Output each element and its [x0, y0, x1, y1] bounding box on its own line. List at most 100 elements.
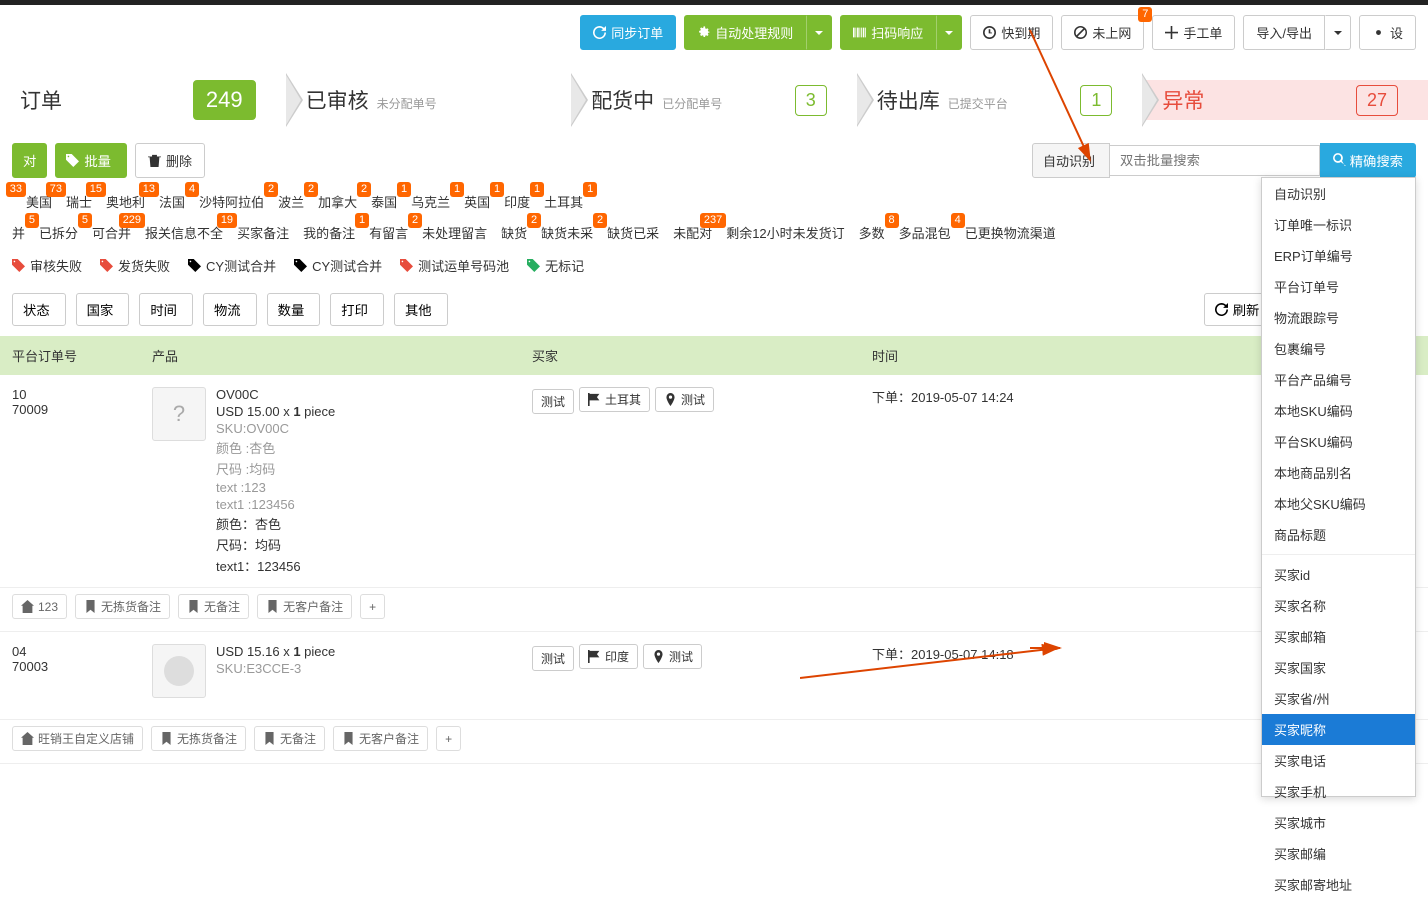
mark-chip[interactable]: CY测试合并	[294, 256, 382, 275]
country-chip[interactable]: 土耳其1	[544, 192, 583, 211]
mark-chip[interactable]: 发货失败	[100, 256, 170, 275]
stage-item[interactable]: 已审核未分配单号	[286, 80, 572, 120]
dropdown-item[interactable]: 买家省/州	[1262, 683, 1415, 714]
mark-chip[interactable]: 审核失败	[12, 256, 82, 275]
flag-chip[interactable]: 多数8	[859, 223, 885, 242]
import-caret[interactable]	[1325, 15, 1351, 50]
dropdown-item[interactable]: 买家邮寄地址	[1262, 869, 1415, 900]
footer-tag[interactable]: 无拣货备注	[75, 594, 170, 619]
mark-chip[interactable]: 测试运单号码池	[400, 256, 509, 275]
filter-dropdown[interactable]: 数量	[267, 293, 321, 326]
footer-tag[interactable]: 无客户备注	[257, 594, 352, 619]
buyer-tag[interactable]: 土耳其	[579, 387, 650, 412]
mark-chip[interactable]: 无标记	[527, 256, 584, 275]
footer-tag[interactable]: 无备注	[178, 594, 249, 619]
flag-chip[interactable]: 已拆分5	[39, 223, 78, 242]
scan-button[interactable]: 扫码响应	[840, 15, 936, 50]
batch-button[interactable]: 批量	[55, 143, 127, 178]
search-type-dropdown[interactable]: 自动识别	[1032, 143, 1110, 178]
offline-button[interactable]: 未上网	[1061, 15, 1144, 50]
precise-search-button[interactable]: 精确搜索	[1320, 143, 1416, 178]
dropdown-item[interactable]: 商品标题	[1262, 519, 1415, 550]
sync-orders-button[interactable]: 同步订单	[580, 15, 676, 50]
filter-dropdown[interactable]: 状态	[12, 293, 66, 326]
flag-chip[interactable]: 并5	[12, 223, 25, 242]
manual-order-button[interactable]: 手工单	[1152, 15, 1235, 50]
dropdown-item[interactable]: 买家名称	[1262, 590, 1415, 621]
search-input[interactable]	[1110, 145, 1320, 176]
flag-chip[interactable]: 缺货未采2	[541, 223, 593, 242]
country-chip[interactable]: 泰国1	[371, 192, 397, 211]
filter-dropdown[interactable]: 其他	[394, 293, 448, 326]
stage-item[interactable]: 待出库已提交平台1	[857, 80, 1143, 120]
dropdown-item[interactable]: 平台产品编号	[1262, 364, 1415, 395]
dropdown-item[interactable]: 订单唯一标识	[1262, 209, 1415, 240]
stage-item[interactable]: 配货中已分配单号3	[571, 80, 857, 120]
buyer-tag[interactable]: 印度	[579, 644, 638, 669]
buyer-tag[interactable]: 测试	[532, 646, 574, 671]
dropdown-item[interactable]: 平台订单号	[1262, 271, 1415, 302]
country-chip[interactable]: 奥地利13	[106, 192, 145, 211]
dropdown-item[interactable]: 平台SKU编码	[1262, 426, 1415, 457]
flag-chip[interactable]: 可合并229	[92, 223, 131, 242]
mark-chip[interactable]: CY测试合并	[188, 256, 276, 275]
flag-chip[interactable]: 缺货已采	[607, 223, 659, 242]
filter-dropdown[interactable]: 打印	[330, 293, 384, 326]
country-chip[interactable]: 印度1	[504, 192, 530, 211]
dropdown-item[interactable]: 自动识别	[1262, 178, 1415, 209]
country-chip[interactable]: 瑞士15	[66, 192, 92, 211]
flag-chip[interactable]: 买家备注	[237, 223, 289, 242]
dropdown-item[interactable]: ERP订单编号	[1262, 240, 1415, 271]
dropdown-item[interactable]: 买家id	[1262, 559, 1415, 590]
scan-caret[interactable]	[936, 15, 962, 50]
country-chip[interactable]: 加拿大2	[318, 192, 357, 211]
country-chip[interactable]: 法国4	[159, 192, 185, 211]
stage-item[interactable]: 订单249	[0, 80, 286, 120]
dropdown-item[interactable]: 本地父SKU编码	[1262, 488, 1415, 519]
dropdown-item[interactable]: 买家国家	[1262, 652, 1415, 683]
dropdown-item[interactable]: 买家邮箱	[1262, 621, 1415, 652]
product-image[interactable]	[152, 644, 206, 698]
filter-dropdown[interactable]: 国家	[76, 293, 130, 326]
delete-button[interactable]: 删除	[135, 143, 205, 178]
flag-chip[interactable]: 我的备注1	[303, 223, 355, 242]
filter-dropdown[interactable]: 物流	[203, 293, 257, 326]
dropdown-item[interactable]: 包裹编号	[1262, 333, 1415, 364]
flag-chip[interactable]: 未处理留言	[422, 223, 487, 242]
dropdown-item[interactable]: 本地SKU编码	[1262, 395, 1415, 426]
flag-chip[interactable]: 未配对237	[673, 223, 712, 242]
dropdown-item[interactable]: 买家邮编	[1262, 838, 1415, 869]
country-chip[interactable]: 英国1	[464, 192, 490, 211]
match-button[interactable]: 对	[12, 143, 47, 178]
buyer-tag[interactable]: 测试	[643, 644, 702, 669]
settings-button[interactable]: 设	[1359, 15, 1416, 50]
footer-tag[interactable]: 无备注	[254, 726, 325, 751]
buyer-tag[interactable]: 测试	[532, 389, 574, 414]
flag-chip[interactable]: 剩余12小时未发货订	[726, 223, 844, 242]
stage-item[interactable]: 异常27	[1142, 80, 1428, 120]
footer-tag[interactable]: 旺销王自定义店铺	[12, 726, 143, 751]
dropdown-item[interactable]: 买家城市	[1262, 807, 1415, 838]
product-image[interactable]: ?	[152, 387, 206, 441]
import-export-button[interactable]: 导入/导出	[1243, 15, 1325, 50]
dropdown-item[interactable]: 买家昵称	[1262, 714, 1415, 745]
footer-tag[interactable]: 无客户备注	[333, 726, 428, 751]
dropdown-item[interactable]: 买家手机	[1262, 776, 1415, 807]
flag-chip[interactable]: 缺货2	[501, 223, 527, 242]
country-chip[interactable]: 沙特阿拉伯2	[199, 192, 264, 211]
flag-chip[interactable]: 有留言2	[369, 223, 408, 242]
add-footer-tag[interactable]: +	[360, 594, 385, 619]
country-chip[interactable]: 乌克兰1	[411, 192, 450, 211]
flag-chip[interactable]: 已更换物流渠道	[965, 223, 1056, 242]
flag-chip[interactable]: 多品混包4	[899, 223, 951, 242]
dropdown-item[interactable]: 买家电话	[1262, 745, 1415, 776]
filter-dropdown[interactable]: 时间	[139, 293, 193, 326]
footer-tag[interactable]: 无拣货备注	[151, 726, 246, 751]
country-chip[interactable]: 美国73	[26, 192, 52, 211]
dropdown-item[interactable]: 物流跟踪号	[1262, 302, 1415, 333]
footer-tag[interactable]: 123	[12, 594, 67, 619]
dropdown-item[interactable]: 本地商品别名	[1262, 457, 1415, 488]
auto-rule-caret[interactable]	[806, 15, 832, 50]
country-chip[interactable]: 波兰2	[278, 192, 304, 211]
add-footer-tag[interactable]: +	[436, 726, 461, 751]
